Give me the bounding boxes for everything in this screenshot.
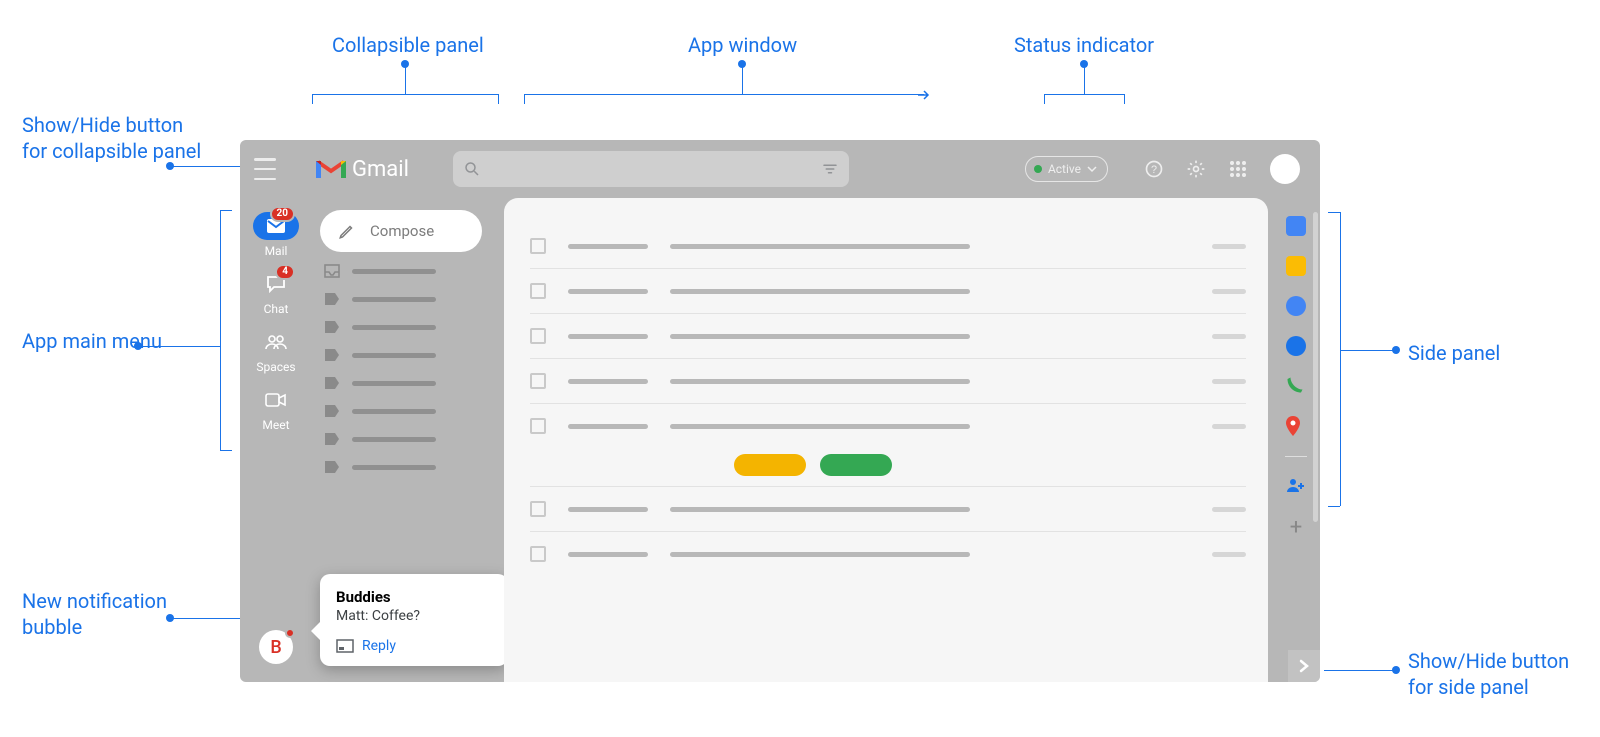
maps-icon[interactable] (1286, 416, 1306, 436)
search-bar[interactable] (453, 151, 849, 187)
tasks-icon[interactable] (1286, 296, 1306, 316)
status-dot-icon (1034, 165, 1042, 173)
rail-label-spaces: Spaces (256, 360, 295, 374)
chevron-down-icon (1087, 164, 1097, 174)
gmail-m-icon (316, 158, 346, 180)
main-menu-toggle[interactable] (254, 158, 276, 180)
rail-label-mail: Mail (265, 244, 288, 258)
topbar: Gmail Active ? (240, 140, 1320, 198)
side-panel-toggle[interactable] (1288, 650, 1320, 682)
search-input[interactable] (489, 161, 813, 177)
mail-row[interactable] (530, 269, 1246, 313)
rail-item-meet[interactable]: Meet (253, 386, 299, 432)
notif-title: Buddies (336, 588, 492, 606)
side-panel: + (1272, 198, 1320, 682)
smart-reply-chips (734, 454, 1246, 476)
search-icon (463, 160, 481, 178)
notification-avatar[interactable]: B (259, 630, 293, 664)
mail-row[interactable] (530, 314, 1246, 358)
gmail-logo[interactable]: Gmail (316, 157, 409, 182)
annotation-collapsible: Collapsible panel (332, 32, 484, 58)
app-window (504, 198, 1268, 682)
label-icon (324, 460, 340, 474)
inbox-icon (324, 264, 340, 278)
annotation-notif: New notification bubble (22, 588, 182, 640)
search-options-icon[interactable] (821, 160, 839, 178)
mail-row[interactable] (530, 224, 1246, 268)
checkbox[interactable] (530, 373, 546, 389)
label-icon (324, 348, 340, 362)
status-label: Active (1048, 162, 1081, 176)
annotation-hamburger: Show/Hide button for collapsible panel (22, 112, 212, 164)
folder-item[interactable] (320, 374, 494, 392)
folder-item-inbox[interactable] (320, 262, 494, 280)
rail-label-chat: Chat (264, 302, 289, 316)
reply-box-icon (336, 639, 354, 653)
pencil-icon (338, 222, 356, 240)
header-icons: ? (1144, 154, 1300, 184)
checkbox[interactable] (530, 328, 546, 344)
contacts-icon[interactable] (1286, 336, 1306, 356)
gmail-app-shell: Gmail Active ? 20 Mail (240, 140, 1320, 682)
checkbox[interactable] (530, 546, 546, 562)
rail-item-chat[interactable]: 4 Chat (253, 270, 299, 316)
notif-reply-button[interactable]: Reply (336, 638, 492, 654)
rail-label-meet: Meet (262, 418, 289, 432)
folder-item[interactable] (320, 290, 494, 308)
mail-row[interactable] (530, 532, 1246, 576)
mail-row[interactable] (530, 487, 1246, 531)
annotation-status: Status indicator (1014, 32, 1154, 58)
notif-avatar-initial: B (270, 637, 281, 658)
status-indicator[interactable]: Active (1025, 156, 1108, 182)
meet-icon (253, 386, 299, 414)
folder-item[interactable] (320, 430, 494, 448)
folder-item[interactable] (320, 346, 494, 364)
spaces-icon (253, 328, 299, 356)
scrollbar[interactable] (1313, 212, 1318, 522)
folder-item[interactable] (320, 318, 494, 336)
product-name: Gmail (352, 157, 409, 182)
account-avatar[interactable] (1270, 154, 1300, 184)
folder-item[interactable] (320, 402, 494, 420)
label-icon (324, 320, 340, 334)
chip-green[interactable] (820, 454, 892, 476)
app-main-menu: 20 Mail 4 Chat Spaces Meet (240, 198, 312, 682)
mail-row[interactable] (530, 404, 1246, 448)
label-icon (324, 292, 340, 306)
folder-item[interactable] (320, 458, 494, 476)
chip-yellow[interactable] (734, 454, 806, 476)
annotation-appwindow: App window (688, 32, 797, 58)
notif-body: Matt: Coffee? (336, 608, 492, 624)
mail-badge: 20 (270, 206, 295, 222)
checkbox[interactable] (530, 418, 546, 434)
help-icon[interactable]: ? (1144, 159, 1164, 179)
annotation-sidetoggle: Show/Hide button for side panel (1408, 648, 1578, 700)
apps-grid-icon[interactable] (1228, 159, 1248, 179)
rail-item-mail[interactable]: 20 Mail (253, 212, 299, 258)
compose-label: Compose (370, 222, 434, 240)
checkbox[interactable] (530, 283, 546, 299)
calendar-icon[interactable] (1286, 216, 1306, 236)
label-icon (324, 404, 340, 418)
voice-icon[interactable] (1286, 376, 1306, 396)
compose-button[interactable]: Compose (320, 210, 482, 252)
label-icon (324, 432, 340, 446)
rail-item-spaces[interactable]: Spaces (253, 328, 299, 374)
notification-dot-icon (285, 628, 295, 638)
keep-icon[interactable] (1286, 256, 1306, 276)
chat-badge: 4 (275, 264, 295, 280)
checkbox[interactable] (530, 238, 546, 254)
annotation-sidepanel: Side panel (1408, 340, 1500, 366)
mail-row[interactable] (530, 359, 1246, 403)
checkbox[interactable] (530, 501, 546, 517)
notif-reply-label: Reply (362, 638, 396, 654)
svg-text:?: ? (1151, 164, 1157, 176)
annotation-leftrail: App main menu (22, 328, 182, 354)
addons-people-icon[interactable] (1286, 477, 1306, 497)
notification-bubble[interactable]: Buddies Matt: Coffee? Reply (320, 574, 508, 666)
settings-gear-icon[interactable] (1186, 159, 1206, 179)
chevron-right-icon (1297, 659, 1311, 673)
get-addons-button[interactable]: + (1290, 517, 1302, 539)
label-icon (324, 376, 340, 390)
